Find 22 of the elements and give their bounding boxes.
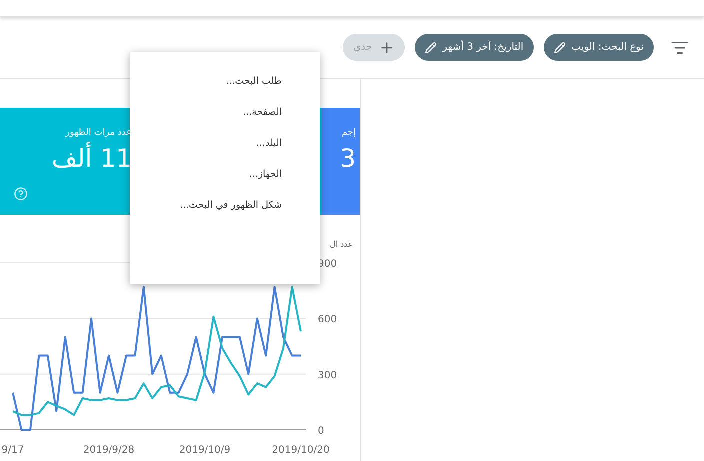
card-value: 3 [340, 144, 356, 173]
pencil-icon [554, 42, 566, 54]
card-title: إجم [342, 128, 356, 138]
x-tick-label: 9/17 [2, 445, 24, 456]
menu-item[interactable]: طلب البحث... [226, 76, 282, 87]
menu-item[interactable]: البلد... [256, 138, 282, 149]
plus-icon [378, 40, 395, 56]
filter-chip[interactable]: التاريخ: آخر 3 أشهر [414, 34, 534, 61]
y-axis-title: عدد ال [330, 240, 354, 249]
menu-item[interactable]: شكل الظهور في البحث... [180, 200, 282, 211]
y-tick-label: 600 [318, 314, 338, 326]
menu-item[interactable]: الصفحة... [243, 107, 282, 118]
x-tick-label: 2019/10/9 [179, 445, 231, 456]
card-title: عدد مرات الظهور [66, 128, 132, 138]
y-tick-label: 0 [318, 426, 324, 437]
x-tick-label: 2019/10/20 [272, 445, 330, 456]
card-value: 11 ألف [52, 144, 132, 173]
menu-item[interactable]: الجهاز... [249, 169, 282, 180]
pencil-icon [424, 42, 437, 54]
y-tick-label: 300 [318, 370, 338, 382]
x-tick-label: 2019/9/28 [83, 445, 135, 456]
filter-chip[interactable]: نوع البحث: الويب [544, 34, 654, 61]
